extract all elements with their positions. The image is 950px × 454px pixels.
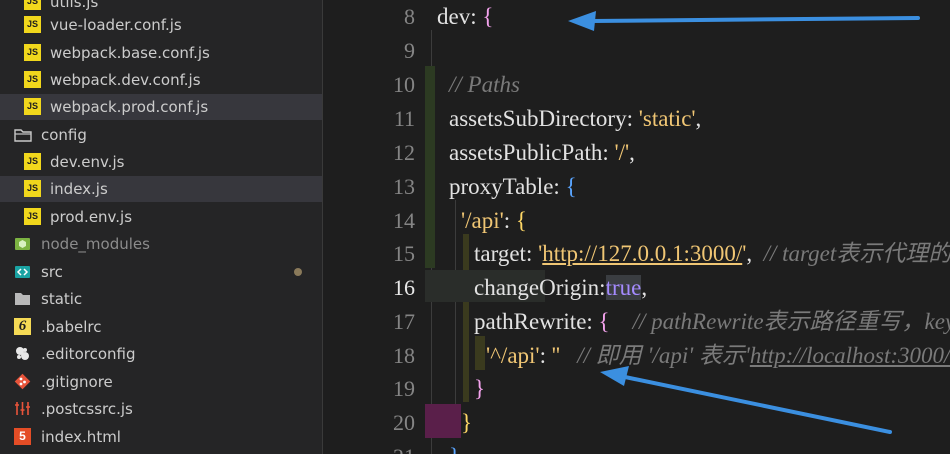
annotation-arrows — [568, 11, 920, 434]
arrow-top — [568, 11, 920, 31]
arrow-bottom — [600, 366, 892, 434]
